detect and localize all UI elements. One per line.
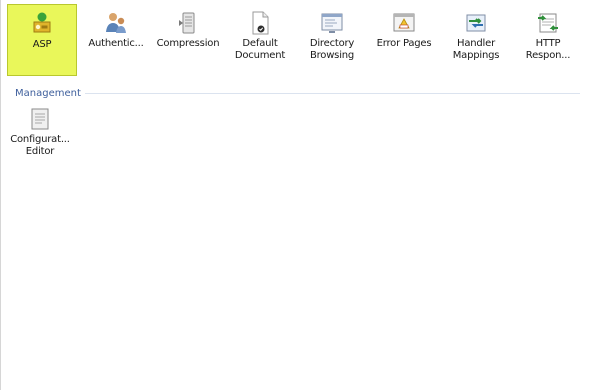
feature-configuration-editor[interactable]: Configurat... Editor [5, 104, 75, 176]
feature-compression-label: Compression [156, 38, 220, 49]
management-group-title: Management [15, 87, 81, 99]
compression-icon [179, 12, 195, 34]
handler-mappings-icon [466, 14, 486, 32]
feature-compression[interactable]: Compression [153, 4, 223, 76]
feature-http-response-label: HTTP Respon... [525, 38, 571, 61]
feature-default-document-label: Default Document [234, 38, 286, 61]
feature-handler-mappings[interactable]: Handler Mappings [441, 4, 511, 76]
http-response-icon [538, 13, 558, 33]
group-divider [84, 92, 580, 94]
feature-asp-label: ASP [32, 39, 52, 50]
feature-configuration-editor-label: Configurat... Editor [10, 134, 70, 157]
feature-authentication-label: Authentic... [88, 38, 144, 49]
feature-directory-browsing-label: Directory Browsing [309, 38, 355, 61]
feature-asp[interactable]: ASP [7, 4, 77, 76]
authentication-icon [106, 13, 126, 33]
feature-directory-browsing[interactable]: Directory Browsing [297, 4, 367, 76]
iis-features-row: ASP Authentic... Compression Default Doc… [1, 0, 589, 80]
feature-error-pages-label: Error Pages [376, 38, 432, 49]
default-document-icon [252, 11, 269, 35]
feature-handler-mappings-label: Handler Mappings [452, 38, 500, 61]
features-view: ASP Authentic... Compression Default Doc… [0, 0, 589, 390]
configuration-editor-icon [31, 108, 49, 130]
error-pages-icon [393, 13, 415, 32]
feature-http-response[interactable]: HTTP Respon... [513, 4, 583, 76]
management-group-header: Management [15, 86, 580, 100]
feature-default-document[interactable]: Default Document [225, 4, 295, 76]
asp-icon [33, 12, 51, 33]
directory-browsing-icon [321, 13, 343, 33]
feature-error-pages[interactable]: Error Pages [369, 4, 439, 76]
feature-authentication[interactable]: Authentic... [81, 4, 151, 76]
